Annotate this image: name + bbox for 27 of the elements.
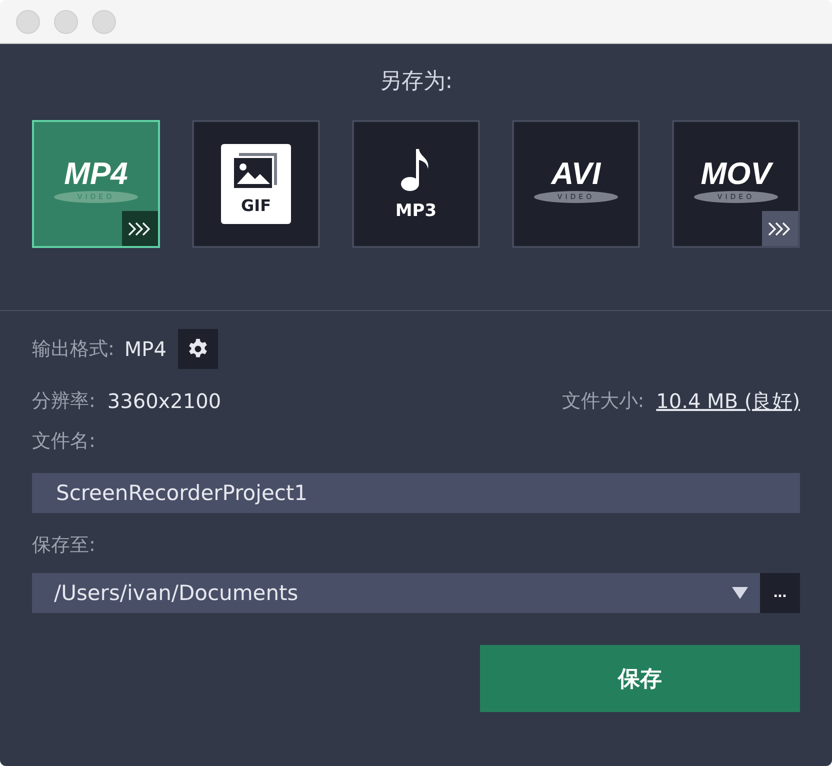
resolution-value: 3360x2100 [107, 389, 222, 413]
folder-dropdown[interactable]: /Users/ivan/Documents [32, 573, 760, 613]
file-name-label: 文件名: [32, 429, 96, 454]
format-label: MP3 [395, 201, 437, 221]
format-label: MP4 [64, 157, 128, 191]
browse-button[interactable]: ... [760, 573, 800, 613]
save-to-label: 保存至: [32, 533, 96, 558]
settings-button[interactable] [178, 329, 218, 369]
file-size-link[interactable]: 10.4 MB (良好) [656, 388, 800, 414]
settings-icon [187, 338, 210, 360]
dropdown-arrow-icon [732, 587, 748, 599]
resolution-label: 分辨率: [32, 389, 96, 414]
chevrons-icon [127, 220, 153, 236]
file-size-label: 文件大小: [562, 389, 644, 414]
more-options-button[interactable] [762, 211, 798, 246]
format-label: GIF [240, 196, 271, 216]
format-tile[interactable]: GIF [192, 120, 320, 248]
format-tile[interactable]: MP3 [352, 120, 480, 248]
output-format-label: 输出格式: [32, 337, 114, 362]
format-label: AVI [551, 157, 601, 191]
file-name-field[interactable]: ScreenRecorderProject1 [32, 473, 800, 513]
dialog-title: 另存为: [378, 68, 454, 96]
output-format-value: MP4 [124, 337, 166, 361]
chevrons-icon [767, 220, 793, 236]
more-options-button[interactable] [122, 211, 158, 246]
format-label: MOV [700, 157, 772, 191]
save-button[interactable]: 保存 [480, 645, 800, 712]
